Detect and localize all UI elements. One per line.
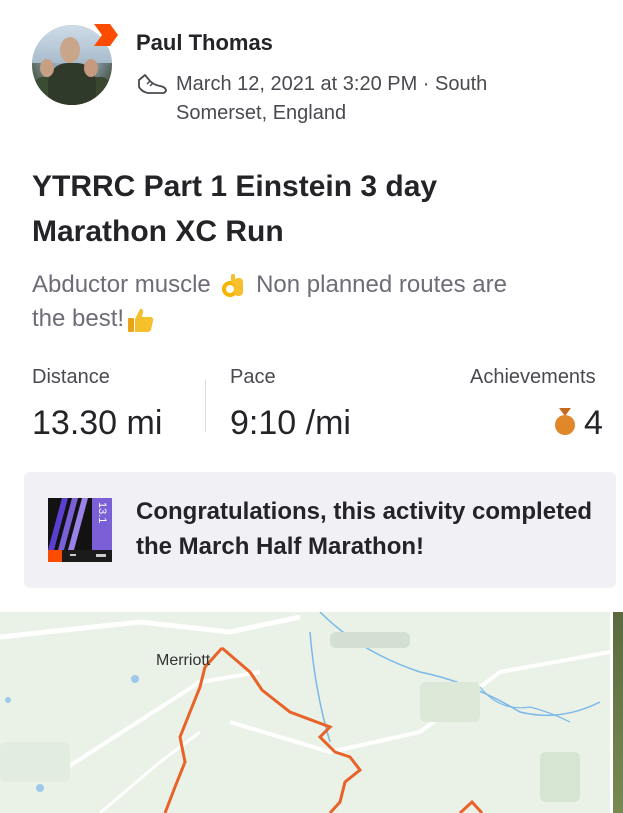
activity-header: Paul Thomas March 12, 2021 at 3:20 PM · … [32, 22, 592, 132]
achievements-value[interactable]: 4 [584, 404, 603, 443]
pace-label: Pace [230, 366, 276, 388]
shoe-icon [138, 74, 167, 94]
achievement-text: Congratulations, this activity completed… [136, 498, 593, 560]
achievements-label: Achievements [470, 366, 596, 388]
activity-location: Somerset, England [176, 102, 347, 124]
activity-meta: March 12, 2021 at 3:20 PM · South Somers… [136, 70, 556, 128]
distance-value: 13.30 mi [32, 404, 163, 442]
route-map[interactable]: Merriott [0, 612, 610, 813]
medal-icon [555, 408, 575, 435]
description-text-3: the best! [32, 305, 125, 332]
activity-stats: Distance 13.30 mi Pace 9:10 /mi Achievem… [32, 366, 608, 446]
ok-hand-emoji-icon [222, 273, 244, 297]
thumbs-up-emoji-icon [128, 308, 154, 332]
description-text-1: Abductor muscle [32, 271, 211, 298]
activity-title-line1: YTRRC Part 1 Einstein 3 day [32, 170, 438, 203]
athlete-name[interactable]: Paul Thomas [136, 30, 273, 56]
half-marathon-badge: 13.1 [48, 498, 112, 562]
description-text-2: Non planned routes are [256, 271, 507, 298]
activity-title-line2: Marathon XC Run [32, 215, 284, 248]
badge-label: 13.1 [96, 502, 108, 524]
challenge-achievement-card[interactable]: 13.1 Congratulations, this activity comp… [24, 472, 616, 588]
subscriber-badge-icon [94, 24, 118, 46]
activity-description: Abductor muscle Non planned routes are t… [32, 268, 572, 336]
distance-label: Distance [32, 366, 110, 388]
activity-title[interactable]: YTRRC Part 1 Einstein 3 day Marathon XC … [32, 164, 512, 254]
map-graphic [0, 612, 610, 813]
stats-divider [205, 380, 206, 432]
activity-date-location: March 12, 2021 at 3:20 PM · South [176, 73, 488, 95]
pace-value: 9:10 /mi [230, 404, 351, 442]
activity-photo-thumbnail[interactable] [613, 612, 623, 813]
map-place-label: Merriott [156, 652, 211, 669]
